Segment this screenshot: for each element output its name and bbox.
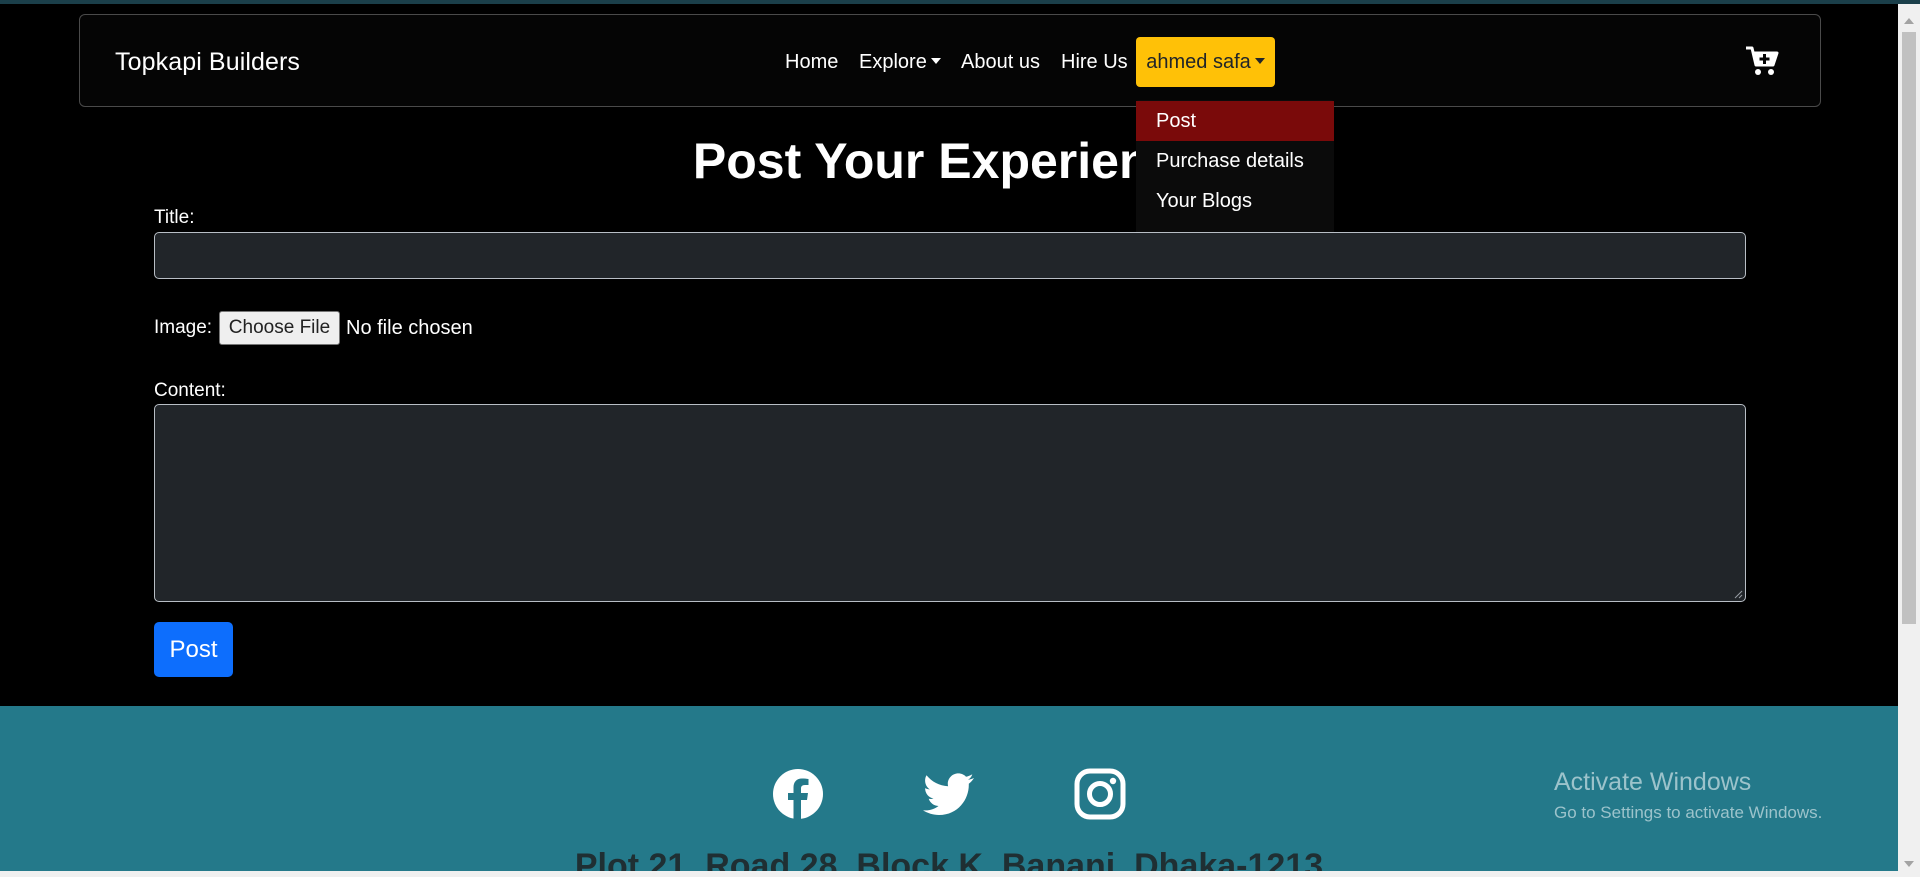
title-input[interactable] [154,232,1746,279]
nav-explore-label: Explore [859,51,927,73]
scroll-down-arrow-icon[interactable] [1904,861,1914,867]
nav-about[interactable]: About us [961,51,1040,74]
image-label: Image: [154,317,213,338]
caret-down-icon [1254,57,1265,64]
post-button[interactable]: Post [154,622,233,677]
user-name: ahmed safa [1146,51,1251,73]
nav-home[interactable]: Home [785,51,838,74]
brand-logo-text[interactable]: Topkapi Builders [115,48,300,77]
content-label: Content: [154,380,226,401]
scrollbar-thumb[interactable] [1902,32,1916,624]
menu-item-purchase-details[interactable]: Purchase details [1136,141,1334,181]
instagram-icon[interactable] [1073,767,1127,821]
scroll-up-arrow-icon[interactable] [1904,18,1914,24]
navbar: Topkapi Builders Home Explore About us H… [79,14,1821,107]
file-status-text: No file chosen [346,317,473,339]
vertical-scrollbar[interactable] [1898,4,1920,877]
user-menu-button[interactable]: ahmed safa [1136,37,1275,87]
twitter-icon[interactable] [922,767,976,821]
activate-windows-subtitle: Go to Settings to activate Windows. [1554,803,1823,822]
nav-explore[interactable]: Explore [859,51,941,74]
activate-windows-title: Activate Windows [1554,768,1752,796]
horizontal-scrollbar-track [0,871,1898,877]
menu-item-post[interactable]: Post [1136,101,1334,141]
window-top-strip [0,0,1920,4]
resize-grip-icon[interactable] [1733,589,1743,599]
page-title: Post Your Experience [692,133,1206,189]
menu-item-your-blogs[interactable]: Your Blogs [1136,181,1334,221]
caret-down-icon [930,57,941,64]
choose-file-button[interactable]: Choose File [219,311,340,345]
content-textarea[interactable] [154,404,1746,602]
facebook-icon[interactable] [771,767,825,821]
title-label: Title: [154,207,195,228]
cart-plus-icon[interactable] [1745,45,1779,77]
nav-hire[interactable]: Hire Us [1061,51,1128,74]
